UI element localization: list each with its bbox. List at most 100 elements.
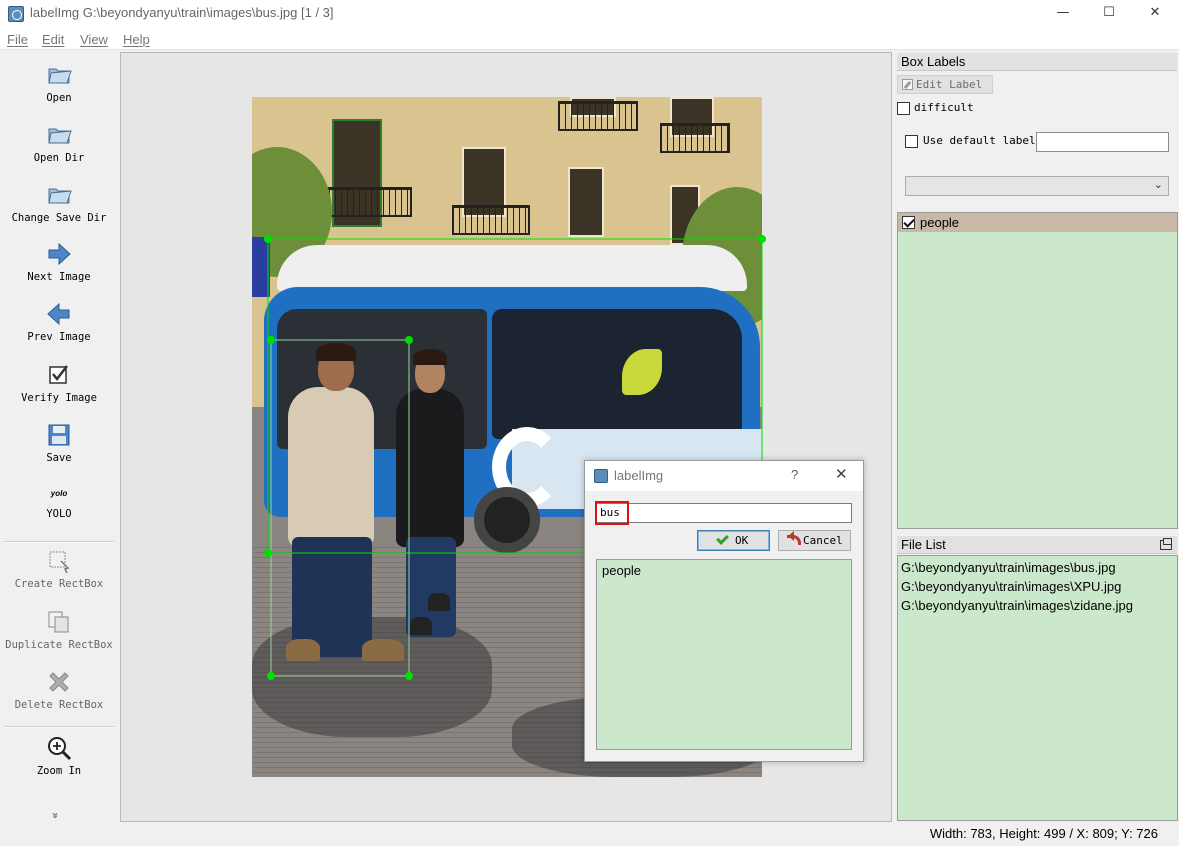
dock-float-icon[interactable] bbox=[1160, 538, 1172, 550]
dialog-title: labelImg bbox=[614, 468, 664, 483]
person-black-coat bbox=[396, 389, 464, 547]
labelimg-app-icon bbox=[594, 469, 608, 483]
balcony bbox=[452, 205, 530, 235]
maximize-button[interactable]: ☐ bbox=[1086, 0, 1132, 28]
bus-side-windows bbox=[492, 309, 742, 439]
change-save-dir-label: Change Save Dir bbox=[11, 212, 107, 224]
window bbox=[568, 167, 604, 237]
menu-file[interactable]: File bbox=[7, 32, 28, 47]
duplicate-rectbox-button[interactable]: Duplicate RectBox bbox=[0, 608, 118, 651]
close-window-button[interactable]: ✕ bbox=[1132, 0, 1178, 28]
edit-label-text: Edit Label bbox=[916, 78, 983, 91]
use-default-label-text: Use default label bbox=[923, 134, 1036, 147]
label-suggestion-list[interactable]: people bbox=[596, 559, 852, 750]
file-list-item[interactable]: G:\beyondyanyu\train\images\bus.jpg bbox=[901, 560, 1116, 575]
label-text-input[interactable]: bus bbox=[596, 503, 852, 523]
minimize-button[interactable]: — bbox=[1040, 0, 1086, 28]
next-image-button[interactable]: Next Image bbox=[0, 240, 118, 283]
window-title: labelImg G:\beyondyanyu\train\images\bus… bbox=[30, 5, 334, 20]
person-beige-coat bbox=[288, 387, 374, 547]
open-dir-label: Open Dir bbox=[33, 152, 85, 164]
dialog-close-button[interactable]: ✕ bbox=[835, 465, 848, 483]
menu-help[interactable]: Help bbox=[123, 32, 150, 47]
arrow-right-icon bbox=[48, 242, 71, 266]
ok-label: OK bbox=[735, 534, 749, 547]
delete-x-icon bbox=[49, 672, 69, 692]
label-list-item[interactable]: people bbox=[898, 213, 1177, 232]
highlight-annotation bbox=[595, 501, 629, 525]
toolbar-more-chevron-icon[interactable]: » bbox=[49, 812, 62, 819]
create-rectbox-label: Create RectBox bbox=[14, 578, 104, 590]
undo-arrow-icon bbox=[787, 531, 801, 545]
dialog-title-bar: labelImg ? ✕ bbox=[585, 461, 863, 491]
file-list-title: File List bbox=[897, 536, 1177, 554]
toolbar-separator bbox=[4, 726, 114, 728]
check-icon bbox=[716, 532, 729, 545]
use-default-label-checkbox[interactable] bbox=[905, 135, 918, 148]
boot bbox=[362, 639, 404, 661]
create-rectbox-icon bbox=[49, 551, 70, 574]
open-dir-button[interactable]: Open Dir bbox=[0, 121, 118, 164]
difficult-label: difficult bbox=[914, 101, 974, 114]
open-button[interactable]: Open bbox=[0, 61, 118, 104]
folder-open-icon bbox=[48, 68, 72, 84]
folder-open-icon bbox=[48, 128, 72, 144]
prev-image-button[interactable]: Prev Image bbox=[0, 300, 118, 343]
open-label: Open bbox=[46, 92, 72, 104]
zoom-in-label: Zoom In bbox=[36, 765, 82, 777]
bus-roof bbox=[277, 245, 747, 291]
cancel-label: Cancel bbox=[803, 534, 843, 547]
yolo-icon: yolo bbox=[50, 489, 68, 498]
verify-image-button[interactable]: Verify Image bbox=[0, 361, 118, 404]
label-visibility-checkbox[interactable] bbox=[902, 216, 915, 229]
balcony bbox=[660, 123, 730, 153]
prev-image-label: Prev Image bbox=[27, 331, 91, 343]
title-bar: labelImg G:\beyondyanyu\train\images\bus… bbox=[0, 0, 1179, 28]
checkbox-verify-icon bbox=[49, 365, 68, 384]
zoom-in-button[interactable]: Zoom In bbox=[0, 734, 118, 777]
save-button[interactable]: Save bbox=[0, 421, 118, 464]
file-list[interactable] bbox=[897, 555, 1178, 821]
label-list-item-text: people bbox=[920, 215, 960, 230]
change-save-dir-button[interactable]: Change Save Dir bbox=[0, 181, 118, 224]
folder-open-icon bbox=[48, 188, 72, 204]
balcony bbox=[322, 187, 412, 217]
next-image-label: Next Image bbox=[27, 271, 91, 283]
labelimg-window: labelImg G:\beyondyanyu\train\images\bus… bbox=[0, 0, 1179, 846]
label-list[interactable] bbox=[897, 212, 1178, 529]
zoom-in-icon bbox=[48, 737, 72, 761]
menu-edit[interactable]: Edit bbox=[42, 32, 64, 47]
edit-label-button[interactable]: Edit Label bbox=[897, 75, 993, 94]
default-label-input[interactable] bbox=[1036, 132, 1169, 152]
create-rectbox-button[interactable]: Create RectBox bbox=[0, 547, 118, 590]
difficult-checkbox[interactable] bbox=[897, 102, 910, 115]
person-hair bbox=[413, 349, 447, 365]
boot bbox=[286, 639, 320, 661]
file-list-item[interactable]: G:\beyondyanyu\train\images\zidane.jpg bbox=[901, 598, 1133, 613]
yolo-format-button[interactable]: yolo YOLO bbox=[0, 487, 118, 520]
file-list-item[interactable]: G:\beyondyanyu\train\images\XPU.jpg bbox=[901, 579, 1121, 594]
person-hair bbox=[316, 343, 356, 361]
duplicate-icon bbox=[48, 611, 69, 633]
menu-view[interactable]: View bbox=[80, 32, 108, 47]
verify-image-label: Verify Image bbox=[21, 392, 97, 404]
label-combo-box[interactable]: ⌄ bbox=[905, 176, 1169, 196]
cancel-button[interactable]: Cancel bbox=[778, 530, 851, 551]
delete-rectbox-label: Delete RectBox bbox=[14, 699, 104, 711]
shadow bbox=[252, 617, 492, 737]
delete-rectbox-button[interactable]: Delete RectBox bbox=[0, 668, 118, 711]
menu-bar: File Edit View Help bbox=[0, 28, 1179, 50]
shoe bbox=[428, 593, 450, 611]
chevron-down-icon: ⌄ bbox=[1153, 178, 1163, 191]
traffic-sign bbox=[252, 237, 270, 297]
labelimg-app-icon bbox=[8, 6, 24, 22]
pencil-edit-icon bbox=[902, 79, 913, 90]
label-suggestion-item[interactable]: people bbox=[602, 563, 641, 578]
floppy-save-icon bbox=[48, 424, 70, 446]
dialog-help-button[interactable]: ? bbox=[791, 467, 798, 482]
left-toolbar: Open Open Dir Change Save Dir Next Image… bbox=[0, 51, 118, 823]
label-dialog: labelImg ? ✕ bus OK Cancel people bbox=[584, 460, 864, 762]
ok-button[interactable]: OK bbox=[697, 530, 770, 551]
toolbar-separator bbox=[4, 541, 114, 543]
arrow-left-icon bbox=[47, 302, 70, 326]
